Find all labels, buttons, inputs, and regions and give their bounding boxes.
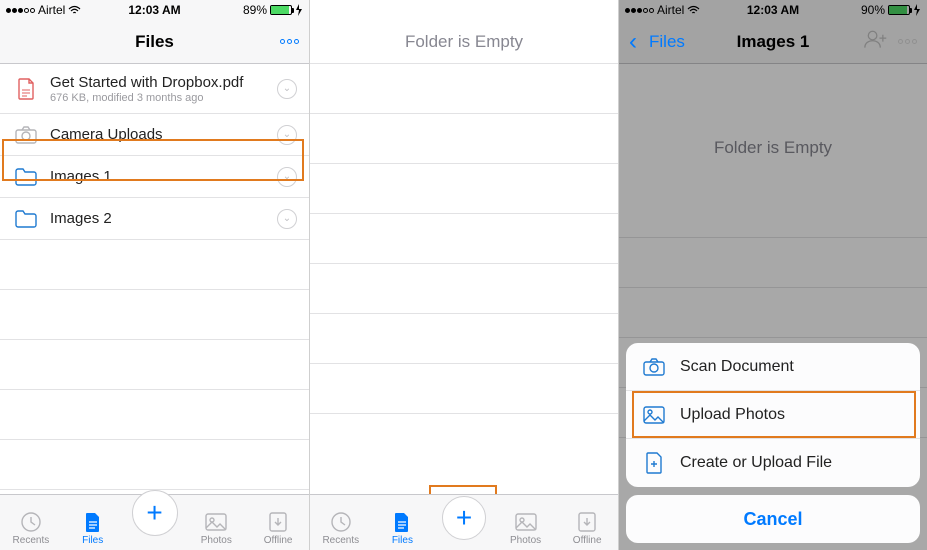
signal-strength-icon [6,8,35,13]
file-meta: 676 KB, modified 3 months ago [50,92,277,104]
fab-add-button[interactable]: + [132,490,178,536]
tab-label: Files [82,535,103,546]
add-person-icon[interactable] [864,29,888,54]
action-sheet: Scan Document Upload Photos Create or Up… [626,343,920,543]
tab-label: Offline [573,535,602,546]
row-label: Images 2 [50,210,277,227]
fab-add-button[interactable]: + [442,496,486,540]
tab-offline[interactable]: Offline [556,495,618,550]
status-time: 12:03 AM [128,3,180,17]
empty-state-text: Folder is Empty [405,32,523,52]
tab-bar: Recents Files Photos Offline + [0,494,309,550]
sheet-cancel-button[interactable]: Cancel [626,495,920,543]
list-item[interactable]: Camera Uploads ⌄ [0,114,309,156]
charging-icon [295,4,303,16]
tab-photos[interactable]: Photos [185,495,247,550]
more-options-icon[interactable] [280,39,299,44]
list-item[interactable]: Images 2 ⌄ [0,198,309,240]
camera-icon [14,124,38,146]
sheet-label: Create or Upload File [680,454,832,472]
tab-bar: Recents Files Photos Offline + [310,494,618,550]
sheet-label: Upload Photos [680,406,785,424]
more-options-icon[interactable] [898,39,917,44]
tab-label: Files [392,535,413,546]
tab-photos[interactable]: Photos [495,495,557,550]
chevron-left-icon: ‹ [629,30,637,54]
battery-icon [270,5,292,15]
sheet-label: Scan Document [680,358,794,376]
folder-icon [14,166,38,188]
chevron-down-icon[interactable]: ⌄ [277,125,297,145]
list-item[interactable]: Get Started with Dropbox.pdf 676 KB, mod… [0,64,309,114]
tab-label: Recents [13,535,50,546]
screen-files-list: Airtel 12:03 AM 89% Files Get Started wi… [0,0,309,550]
row-label: Images 1 [50,168,277,185]
camera-icon [642,356,666,378]
back-label: Files [649,32,685,52]
folder-icon [14,208,38,230]
files-list: Get Started with Dropbox.pdf 676 KB, mod… [0,64,309,494]
file-name: Get Started with Dropbox.pdf [50,74,277,91]
chevron-down-icon[interactable]: ⌄ [277,167,297,187]
status-bar: Airtel 12:03 AM 89% [0,0,309,20]
tab-label: Photos [201,535,232,546]
pdf-icon [14,78,38,100]
tab-files[interactable]: Files [372,495,434,550]
list-item[interactable]: Images 1 ⌄ [0,156,309,198]
tab-recents[interactable]: Recents [310,495,372,550]
nav-title: Files [0,32,309,52]
tab-offline[interactable]: Offline [247,495,309,550]
carrier-label: Airtel [38,3,65,17]
row-label: Camera Uploads [50,126,277,143]
sheet-create-upload-file[interactable]: Create or Upload File [626,439,920,487]
file-plus-icon [642,452,666,474]
sheet-upload-photos[interactable]: Upload Photos [626,391,920,439]
sheet-scan-document[interactable]: Scan Document [626,343,920,391]
battery-percent: 89% [243,3,267,17]
wifi-icon [68,5,81,15]
tab-recents[interactable]: Recents [0,495,62,550]
chevron-down-icon[interactable]: ⌄ [277,79,297,99]
tab-files[interactable]: Files [62,495,124,550]
chevron-down-icon[interactable]: ⌄ [277,209,297,229]
tab-label: Offline [264,535,293,546]
tab-label: Photos [510,535,541,546]
back-button[interactable]: ‹ Files [629,30,685,54]
screen-action-sheet: Airtel 12:03 AM 90% ‹ Files Images 1 Fol… [618,0,927,550]
screen-empty-folder: Folder is Empty Recents Files Photos Off… [309,0,618,550]
photo-icon [642,404,666,426]
folder-list: Folder is Empty [310,20,618,494]
nav-bar: Files [0,20,309,64]
tab-label: Recents [322,535,359,546]
